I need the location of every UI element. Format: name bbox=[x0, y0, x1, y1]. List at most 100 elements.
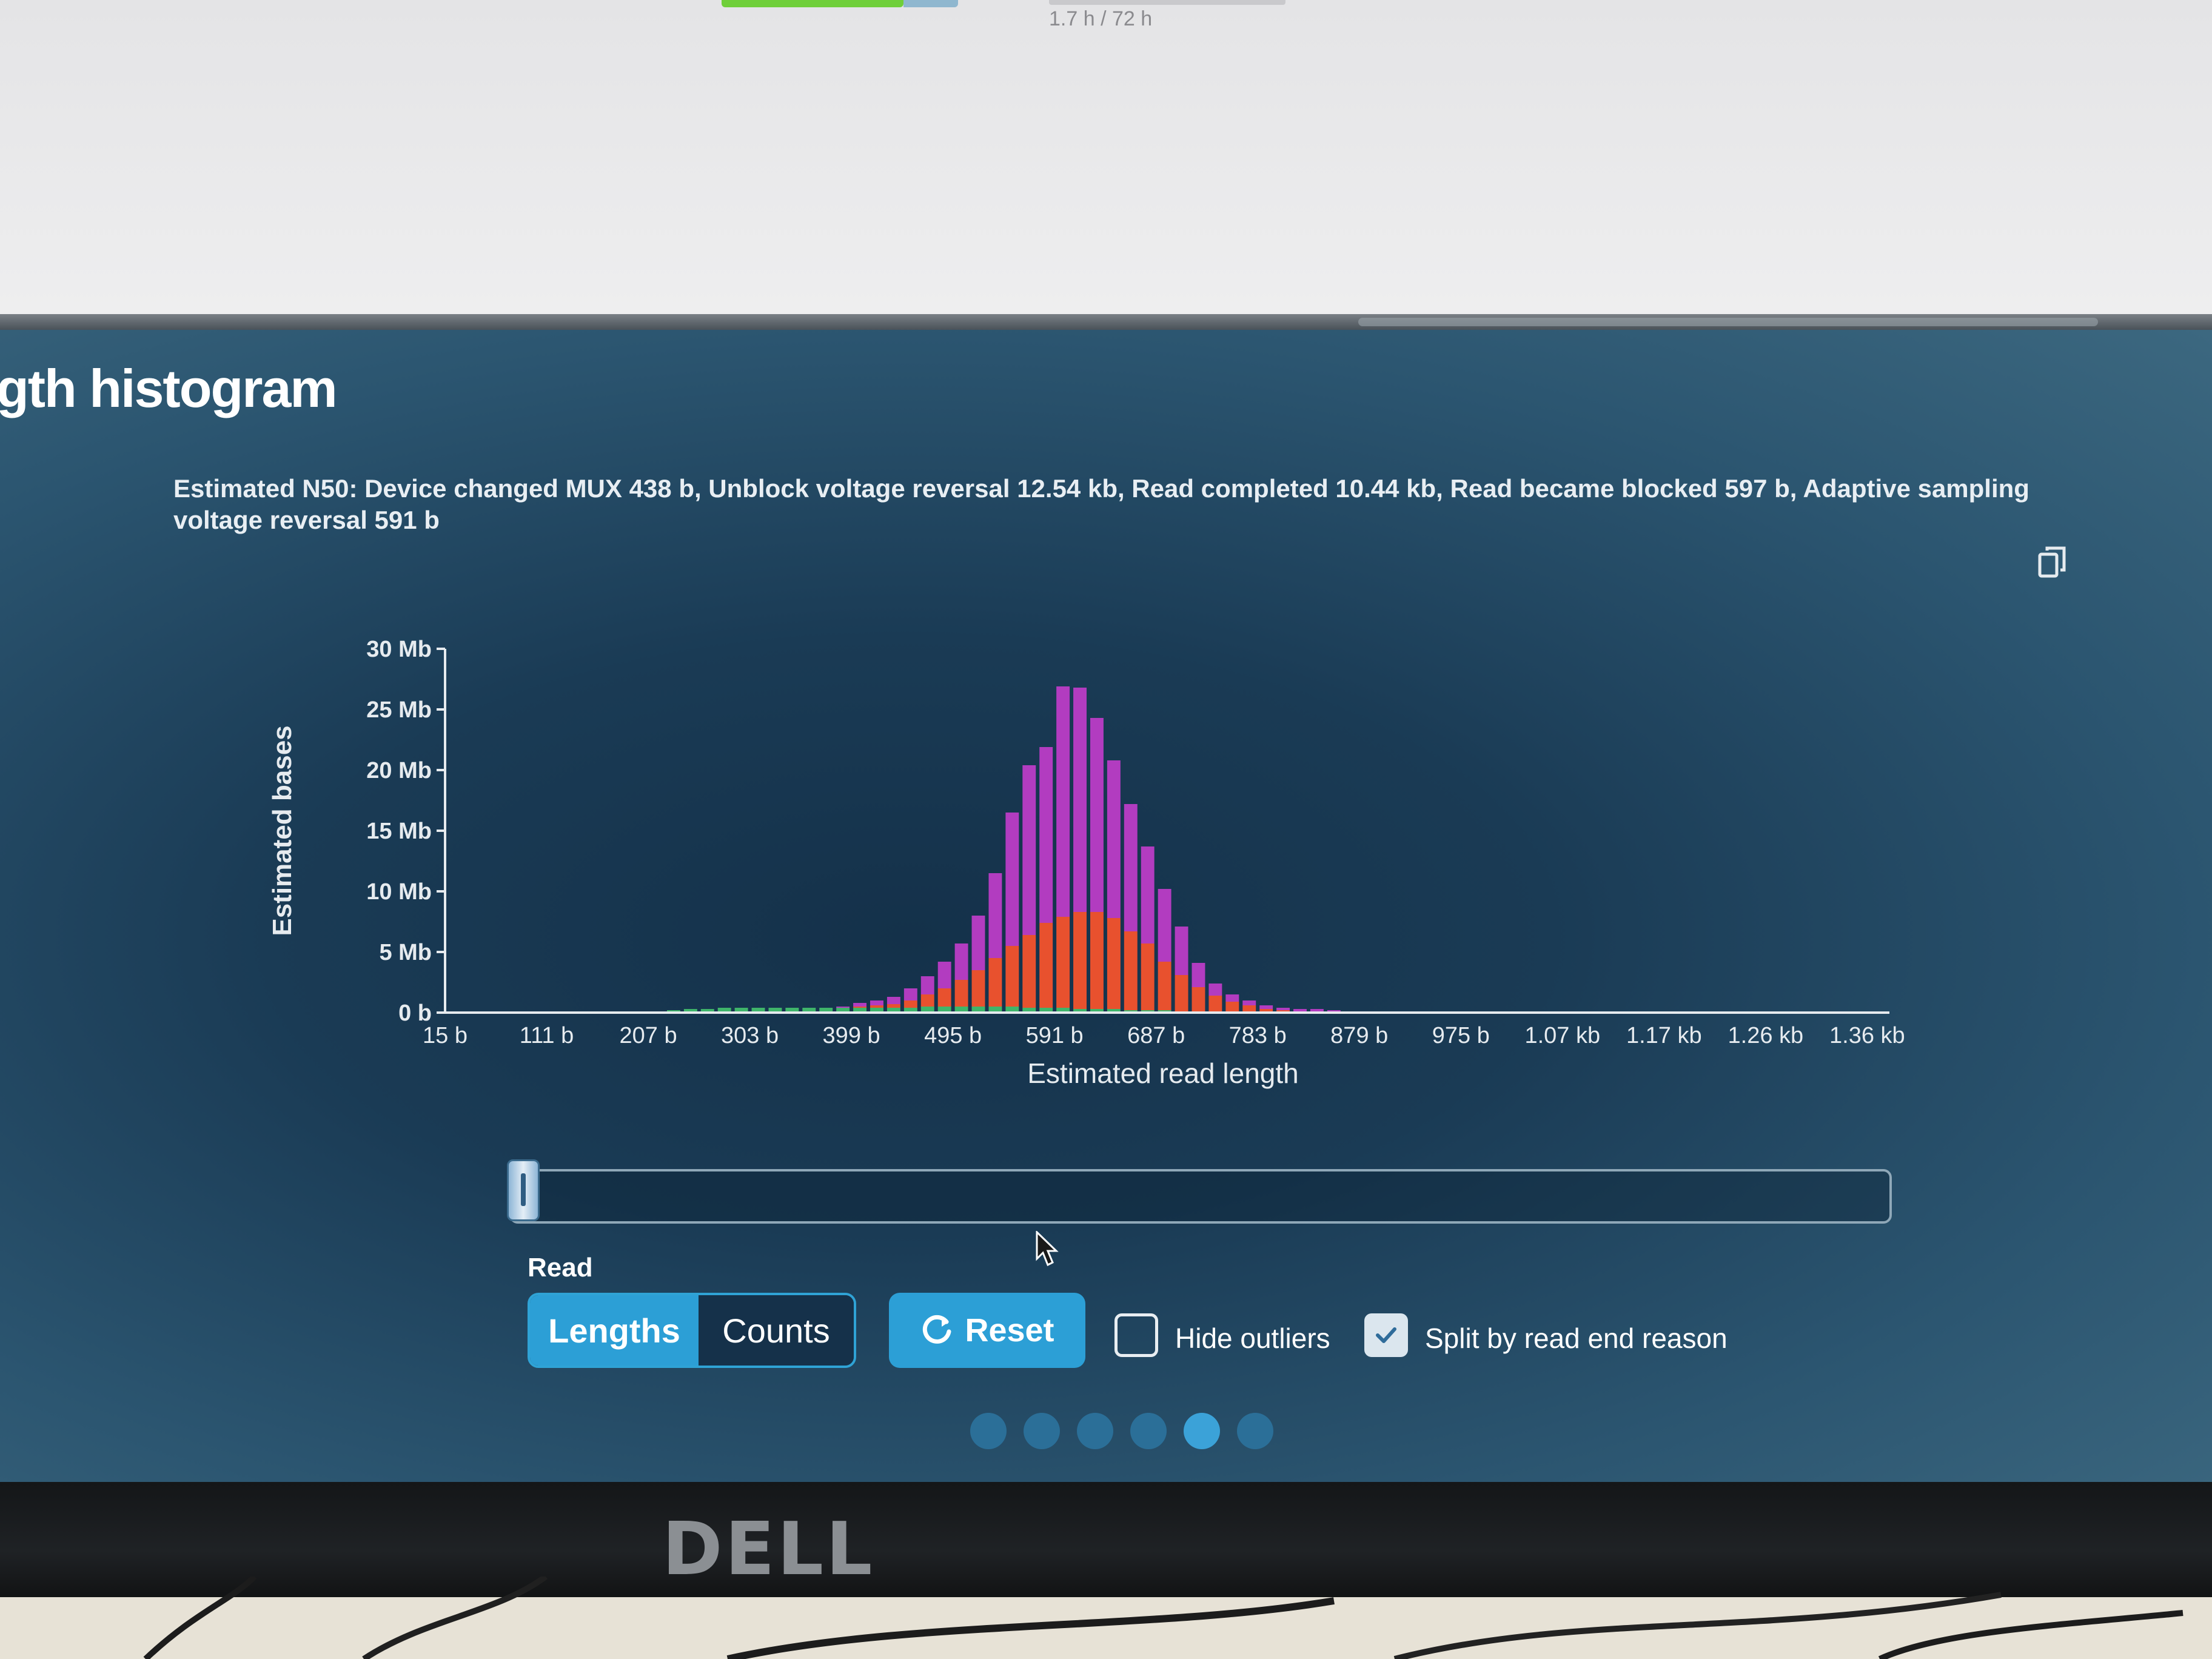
histogram-bar-segment bbox=[1056, 917, 1070, 1008]
page-title: gth histogram bbox=[0, 358, 338, 418]
histogram-bar-segment bbox=[1022, 935, 1036, 1008]
histogram-bar-segment bbox=[1005, 946, 1019, 1007]
histogram-bar-segment bbox=[1225, 1002, 1239, 1011]
y-tick-label: 10 Mb bbox=[366, 879, 432, 905]
range-slider-handle[interactable] bbox=[507, 1159, 540, 1221]
y-tick-label: 0 b bbox=[398, 1000, 432, 1026]
y-tick-label: 15 Mb bbox=[366, 819, 432, 844]
hide-outliers-label: Hide outliers bbox=[1175, 1322, 1330, 1354]
histogram-bar-segment bbox=[1039, 923, 1053, 1008]
desk-cables bbox=[143, 1577, 2184, 1659]
run-progress-bar-remaining bbox=[903, 0, 958, 7]
histogram-bar-segment bbox=[870, 1005, 883, 1008]
histogram-bar-segment bbox=[1090, 912, 1104, 1009]
run-time-track bbox=[1049, 0, 1285, 5]
pager-dot[interactable] bbox=[1077, 1413, 1113, 1449]
histogram-bar-segment bbox=[1073, 688, 1087, 912]
x-tick-label: 687 b bbox=[1127, 1023, 1185, 1048]
split-by-reason-label: Split by read end reason bbox=[1425, 1322, 1728, 1354]
copy-icon[interactable] bbox=[2037, 546, 2068, 580]
histogram-bar-segment bbox=[1158, 962, 1171, 1010]
pager-dot[interactable] bbox=[1130, 1413, 1167, 1449]
histogram-bar-segment bbox=[971, 970, 985, 1007]
histogram-bar-segment bbox=[886, 1004, 900, 1008]
x-tick-label: 975 b bbox=[1432, 1023, 1490, 1048]
read-mode-toggle: Lengths Counts bbox=[528, 1293, 856, 1368]
pager-dot[interactable] bbox=[1237, 1413, 1273, 1449]
histogram-bar-segment bbox=[920, 976, 934, 994]
x-tick-label: 1.36 kb bbox=[1829, 1023, 1905, 1048]
histogram-bar-segment bbox=[886, 997, 900, 1004]
histogram-bar-segment bbox=[988, 873, 1002, 958]
histogram-bar-segment bbox=[1005, 813, 1019, 946]
y-tick-label: 20 Mb bbox=[366, 758, 432, 783]
histogram-bar-segment bbox=[971, 916, 985, 970]
histogram-bar-segment bbox=[1107, 760, 1121, 918]
histogram-bar-segment bbox=[1056, 686, 1070, 917]
histogram-bar-segment bbox=[1310, 1009, 1324, 1011]
x-tick-label: 495 b bbox=[924, 1023, 982, 1048]
pager-dot[interactable] bbox=[1184, 1413, 1220, 1449]
histogram-bar-segment bbox=[1107, 918, 1121, 1009]
mouse-pointer-icon bbox=[1036, 1231, 1059, 1267]
x-tick-label: 591 b bbox=[1026, 1023, 1084, 1048]
histogram-bar-segment bbox=[853, 1003, 867, 1007]
reset-button[interactable]: Reset bbox=[889, 1293, 1085, 1368]
histogram-bar-segment bbox=[1259, 1005, 1273, 1009]
x-tick-label: 1.07 kb bbox=[1524, 1023, 1600, 1048]
top-app-area bbox=[0, 0, 2212, 315]
x-tick-label: 1.26 kb bbox=[1728, 1023, 1804, 1048]
histogram-bar-segment bbox=[1141, 943, 1155, 1010]
run-progress-bar bbox=[722, 0, 903, 7]
histogram-bar-segment bbox=[937, 962, 951, 988]
histogram-bar-segment bbox=[836, 1007, 850, 1008]
histogram-bar-segment bbox=[1141, 846, 1155, 943]
checkmark-icon bbox=[1376, 1327, 1396, 1343]
lengths-button[interactable]: Lengths bbox=[530, 1295, 699, 1366]
histogram-bar-segment bbox=[1090, 718, 1104, 912]
histogram-bar-segment bbox=[1208, 996, 1222, 1011]
histogram-bar-segment bbox=[1124, 931, 1138, 1010]
histogram-bar-segment bbox=[954, 943, 968, 980]
histogram-bar-segment bbox=[1225, 994, 1239, 1002]
range-slider-track[interactable] bbox=[509, 1169, 1892, 1224]
read-length-histogram-chart: 0 b 5 Mb 10 Mb 15 Mb 20 Mb 25 Mb 30 Mb 15 b 111… bbox=[267, 637, 1905, 1089]
histogram-bar-segment bbox=[1039, 747, 1053, 923]
split-by-reason-checkbox[interactable] bbox=[1364, 1313, 1408, 1357]
pager-dot[interactable] bbox=[1024, 1413, 1060, 1449]
run-time-label: 1.7 h / 72 h bbox=[1049, 7, 1153, 30]
x-tick-label: 111 b bbox=[520, 1023, 574, 1048]
histogram-bar-segment bbox=[1242, 1000, 1256, 1005]
histogram-bar-segment bbox=[903, 988, 917, 1000]
histogram-bar-segment bbox=[870, 1000, 883, 1005]
histogram-bar-segment bbox=[988, 958, 1002, 1007]
histogram-bar-segment bbox=[1293, 1009, 1307, 1011]
histogram-bar-segment bbox=[1175, 975, 1188, 1011]
y-tick-label: 30 Mb bbox=[366, 637, 432, 662]
histogram-bar-segment bbox=[954, 980, 968, 1007]
x-tick-label: 303 b bbox=[721, 1023, 779, 1048]
hide-outliers-checkbox[interactable] bbox=[1114, 1313, 1158, 1357]
histogram-bar-segment bbox=[920, 994, 934, 1007]
horizontal-scrollbar[interactable] bbox=[1358, 318, 2098, 326]
histogram-bar-segment bbox=[1175, 927, 1188, 975]
histogram-bar-segment bbox=[853, 1007, 867, 1008]
counts-button[interactable]: Counts bbox=[699, 1295, 854, 1366]
reset-label: Reset bbox=[965, 1312, 1054, 1349]
histogram-bar-segment bbox=[1208, 984, 1222, 996]
pager-dot[interactable] bbox=[970, 1413, 1007, 1449]
x-tick-label: 399 b bbox=[823, 1023, 880, 1048]
read-mode-label: Read bbox=[528, 1253, 593, 1282]
x-tick-label: 879 b bbox=[1330, 1023, 1388, 1048]
x-tick-label: 15 b bbox=[423, 1023, 468, 1048]
histogram-bar-segment bbox=[1276, 1008, 1290, 1010]
x-tick-label: 207 b bbox=[620, 1023, 677, 1048]
histogram-bar-segment bbox=[1158, 889, 1171, 962]
histogram-bar-segment bbox=[1191, 963, 1205, 987]
y-tick-label: 5 Mb bbox=[379, 940, 432, 965]
refresh-icon bbox=[923, 1315, 951, 1344]
x-tick-label: 783 b bbox=[1229, 1023, 1287, 1048]
x-axis-label: Estimated read length bbox=[1027, 1057, 1299, 1089]
y-axis-label: Estimated bases bbox=[267, 725, 297, 936]
histogram-bar-segment bbox=[1022, 765, 1036, 935]
